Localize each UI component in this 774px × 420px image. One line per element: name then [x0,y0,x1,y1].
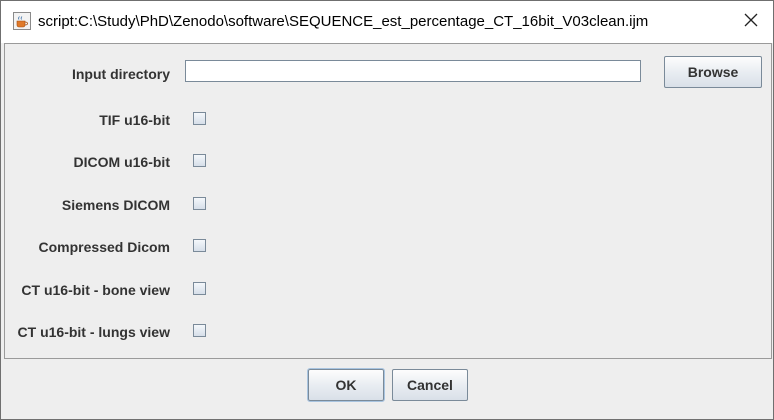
window-title: script:C:\Study\PhD\Zenodo\software\SEQU… [38,13,649,30]
ok-button[interactable]: OK [307,368,385,402]
cancel-button[interactable]: Cancel [392,369,468,401]
option-label-bone-view: CT u16-bit - bone view [21,282,170,298]
java-cup-icon [13,12,31,30]
checkbox-dicom-u16[interactable] [193,154,206,167]
checkbox-ct-lungs-view[interactable] [193,324,206,337]
checkbox-siemens-dicom[interactable] [193,197,206,210]
close-button[interactable] [729,7,773,37]
dialog-window: script:C:\Study\PhD\Zenodo\software\SEQU… [0,0,774,420]
checkbox-tif-u16[interactable] [193,112,206,125]
checkbox-compressed-dicom[interactable] [193,239,206,252]
input-directory-label: Input directory [71,66,170,82]
options-panel: Input directory Browse TIF u16-bit DICOM… [4,43,772,359]
close-icon [744,13,758,32]
option-label-dicom: DICOM u16-bit [73,154,170,170]
option-label-compressed: Compressed Dicom [38,239,170,255]
input-directory-field[interactable] [185,60,641,82]
option-label-siemens: Siemens DICOM [61,197,170,213]
browse-button[interactable]: Browse [664,56,762,88]
title-bar[interactable]: script:C:\Study\PhD\Zenodo\software\SEQU… [1,1,773,43]
option-label-lungs-view: CT u16-bit - lungs view [17,324,170,340]
checkbox-ct-bone-view[interactable] [193,282,206,295]
option-label-tif: TIF u16-bit [99,112,170,128]
